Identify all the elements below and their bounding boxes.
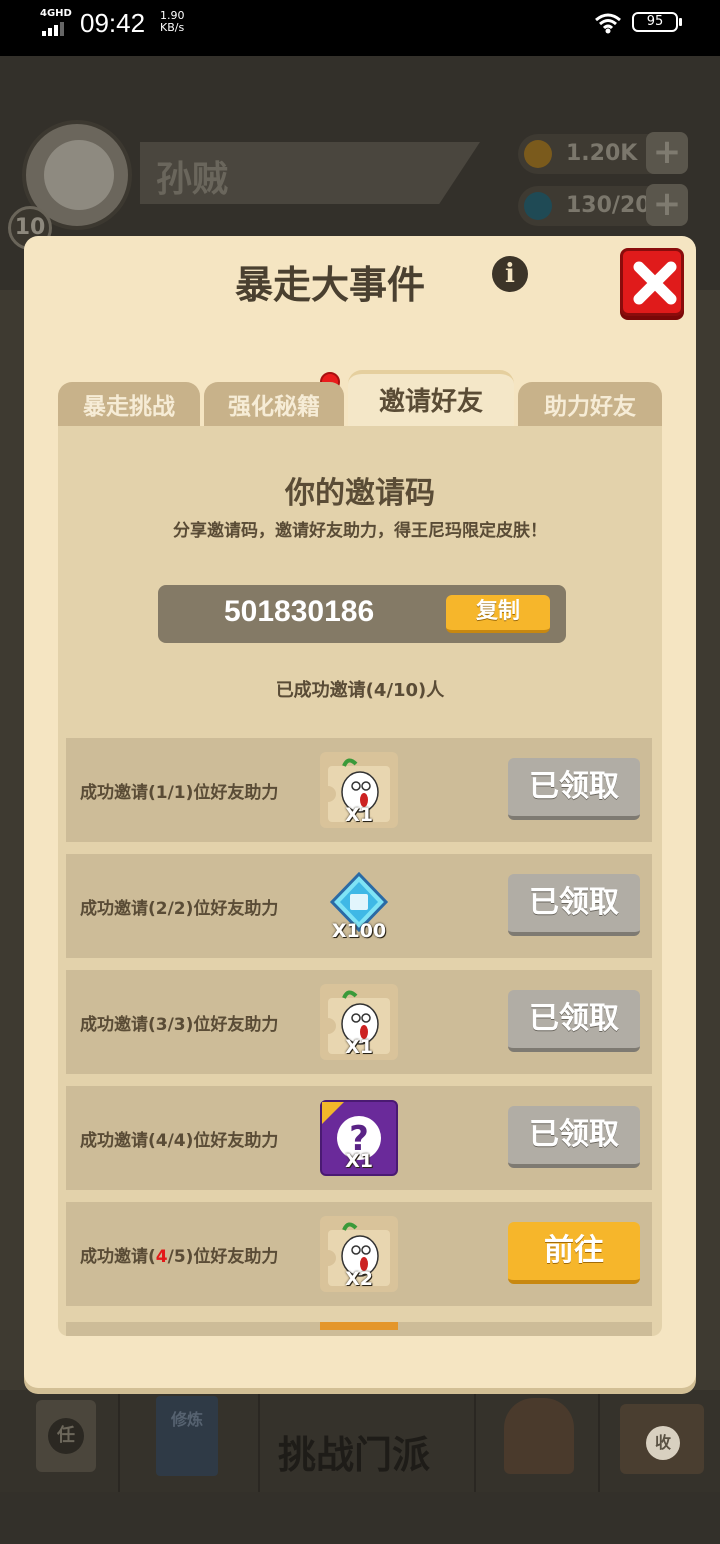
tab-enhance-manual[interactable]: 强化秘籍 [204,382,344,428]
wangnima-face-icon [44,140,114,210]
cultivate-book-icon: 修炼 [156,1396,218,1476]
reward-row: 成功邀请(4/5)位好友助力 X2 前往 [66,1202,652,1306]
shop-building-icon: 收 [620,1404,704,1474]
helmet-icon [504,1398,574,1474]
reward-condition: 成功邀请(3/3)位好友助力 [80,1015,279,1035]
event-panel: 暴走大事件 i 暴走挑战 强化秘籍 邀请好友 助力好友 你的邀请码 分享邀请码，… [24,236,696,1388]
item-qty: X1 [345,1036,373,1058]
wangnima-fragment-icon[interactable]: X1 [320,752,398,828]
copy-button[interactable]: 复制 [446,595,550,633]
wangnima-fragment-icon[interactable]: X2 [320,1216,398,1292]
clock: 09:42 [80,8,146,38]
reward-row: 成功邀请(3/3)位好友助力 X1 已领取 [66,970,652,1074]
coin-counter: 1.20K + [518,132,688,174]
player-name: 孙贼 [156,159,229,200]
item-qty: X1 [345,1150,373,1172]
item-slot-partial [320,1322,398,1330]
invite-content: 你的邀请码 分享邀请码，邀请好友助力，得王尼玛限定皮肤！ 501830186 复… [58,426,662,1336]
item-qty: X2 [345,1268,373,1290]
reward-condition: 成功邀请(1/1)位好友助力 [80,783,279,803]
claimed-button[interactable]: 已领取 [508,990,640,1052]
reward-condition-prefix: 成功邀请( [80,1247,156,1267]
panel-title: 暴走大事件 [234,263,425,307]
signal-icon [42,20,70,36]
coin-icon [524,140,552,168]
reward-condition: 成功邀请(2/2)位好友助力 [80,899,279,919]
reward-row: 成功邀请(2/2)位好友助力 X100 已领取 [66,854,652,958]
tab-rampage-challenge[interactable]: 暴走挑战 [58,382,200,428]
close-icon [633,261,677,305]
wangnima-fragment-icon[interactable]: X1 [320,984,398,1060]
item-qty: X100 [331,920,387,942]
battery-icon: 95 [632,12,682,32]
reward-condition-suffix: /5)位好友助力 [167,1247,279,1267]
reward-condition: 成功邀请(4/5)位好友助力 [80,1242,278,1267]
tab-bar: 暴走挑战 强化秘籍 邀请好友 助力好友 [58,370,662,428]
task-glyph: 任 [48,1418,84,1454]
tab-assist-friends[interactable]: 助力好友 [518,382,662,428]
add-coins-button[interactable]: + [646,132,688,174]
task-scroll-icon: 任 [36,1400,96,1472]
invite-code-box: 501830186 复制 [158,585,566,643]
energy-value: 130/20 [566,193,651,218]
tab-invite-friends[interactable]: 邀请好友 [348,370,514,428]
shop-glyph: 收 [646,1426,680,1460]
invite-code: 501830186 [224,595,375,628]
reward-row: 成功邀请(1/1)位好友助力 X1 已领取 [66,738,652,842]
right-side-menu [694,290,720,1390]
status-bar: 4GHD 09:42 1.90 KB/s 95 [0,0,720,56]
reward-progress-current: 4 [155,1247,168,1267]
left-side-menu [0,290,26,1390]
add-energy-button[interactable]: + [646,184,688,226]
info-icon[interactable]: i [492,256,528,292]
claimed-button[interactable]: 已领取 [508,874,640,936]
wifi-icon [595,13,621,34]
reward-row-partial [66,1322,652,1336]
invite-code-subtitle: 分享邀请码，邀请好友助力，得王尼玛限定皮肤！ [173,521,547,541]
nav-challenge-label: 挑战门派 [278,1433,431,1477]
claimed-button[interactable]: 已领取 [508,758,640,820]
go-button[interactable]: 前往 [508,1222,640,1284]
energy-counter: 130/20 + [518,184,688,226]
net-speed: 1.90 KB/s [160,10,185,34]
mystery-box-icon[interactable]: ? X1 [320,1100,398,1176]
network-type: 4GHD [40,8,72,19]
net-speed-unit: KB/s [160,21,185,34]
close-button[interactable] [620,248,684,316]
coin-value: 1.20K [566,141,638,166]
invited-count: 已成功邀请(4/10)人 [275,680,445,701]
claimed-button[interactable]: 已领取 [508,1106,640,1168]
reward-row: 成功邀请(4/4)位好友助力 ? X1 已领取 [66,1086,652,1190]
reward-condition: 成功邀请(4/4)位好友助力 [80,1131,279,1151]
multiplier-gem-icon[interactable]: X100 [320,868,398,944]
item-qty: X1 [345,804,373,826]
energy-drop-icon [524,192,552,220]
invite-code-title: 你的邀请码 [285,476,435,511]
